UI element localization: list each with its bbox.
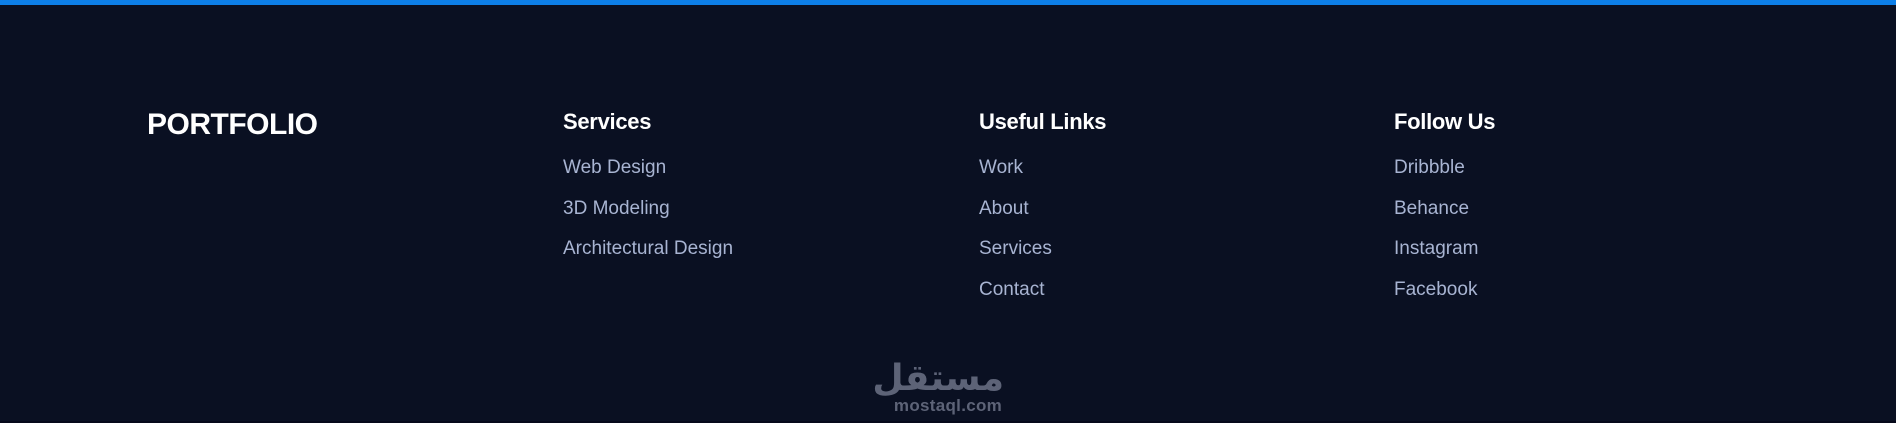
footer-column-follow-us: Follow Us Dribbble Behance Instagram Fac… bbox=[1394, 109, 1496, 317]
services-list: Web Design 3D Modeling Architectural Des… bbox=[563, 155, 733, 277]
column-heading-useful-links: Useful Links bbox=[979, 109, 1107, 134]
useful-links-list: Work About Services Contact bbox=[979, 155, 1106, 317]
footer-logo[interactable]: PORTFOLIO bbox=[147, 108, 318, 142]
social-link-behance[interactable]: Behance bbox=[1394, 196, 1495, 237]
footer-link-about[interactable]: About bbox=[979, 196, 1106, 237]
social-link-facebook[interactable]: Facebook bbox=[1394, 277, 1495, 318]
social-links-list: Dribbble Behance Instagram Facebook bbox=[1394, 155, 1495, 317]
watermark-arabic-text: مستقل bbox=[872, 358, 1004, 399]
column-heading-services: Services bbox=[563, 109, 652, 134]
footer-link-3d-modeling[interactable]: 3D Modeling bbox=[563, 196, 733, 237]
footer-column-useful-links: Useful Links Work About Services Contact bbox=[979, 109, 1107, 317]
footer-link-contact[interactable]: Contact bbox=[979, 277, 1106, 318]
footer-link-web-design[interactable]: Web Design bbox=[563, 155, 733, 196]
footer-column-services: Services Web Design 3D Modeling Architec… bbox=[563, 109, 733, 277]
column-heading-follow-us: Follow Us bbox=[1394, 109, 1496, 134]
footer-link-services[interactable]: Services bbox=[979, 236, 1106, 277]
mostaql-watermark: مستقل mostaql.com bbox=[872, 358, 1004, 416]
footer-link-work[interactable]: Work bbox=[979, 155, 1106, 196]
social-link-dribbble[interactable]: Dribbble bbox=[1394, 155, 1495, 196]
footer-link-architectural-design[interactable]: Architectural Design bbox=[563, 236, 733, 277]
watermark-latin-text: mostaql.com bbox=[893, 396, 1003, 415]
social-link-instagram[interactable]: Instagram bbox=[1394, 236, 1495, 277]
